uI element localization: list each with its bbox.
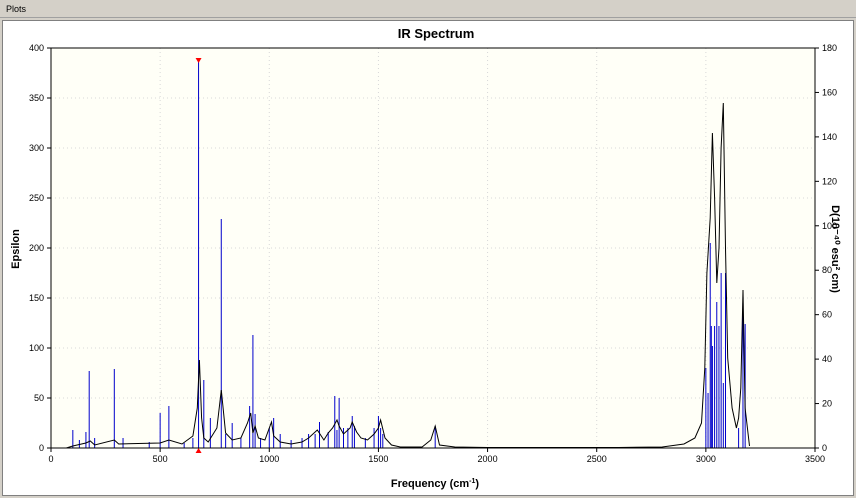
marker-bottom-triangle (195, 448, 202, 453)
y-right-tick-label: 180 (822, 43, 837, 53)
y-right-tick-label: 40 (822, 354, 832, 364)
y-axis-right-label: D(10⁻⁴⁰ esu² cm) (829, 205, 841, 293)
y-tick-label: 100 (29, 343, 44, 353)
y-tick-label: 50 (34, 393, 44, 403)
x-tick-label: 500 (153, 454, 168, 464)
y-right-tick-label: 160 (822, 87, 837, 97)
y-tick-label: 150 (29, 293, 44, 303)
x-tick-label: 3500 (805, 454, 825, 464)
ir-spectrum-chart: 0 500 1000 1500 2000 2500 3000 3500 05010015020… (10, 26, 841, 490)
y-axis-ticks: 0 50 100 150 200 250 300 350 400 (29, 43, 51, 453)
y-right-tick-label: 60 (822, 310, 832, 320)
y-right-tick-label: 120 (822, 176, 837, 186)
y-tick-label: 250 (29, 193, 44, 203)
x-tick-label: 0 (48, 454, 53, 464)
window-title: Plots (0, 0, 856, 18)
y-axis-label: Epsilon (10, 229, 22, 269)
x-axis-ticks: 0 500 1000 1500 2000 2500 3000 3500 (48, 448, 825, 464)
plots-window: Plots 0 500 1000 1500 2000 2500 3000 3500 0 50 10… (0, 0, 856, 498)
x-axis-label: Frequency (cm-1) (391, 478, 479, 490)
x-tick-label: 3000 (696, 454, 716, 464)
plot-panel: 0 500 1000 1500 2000 2500 3000 3500 0 50 100 150 20… (2, 20, 854, 496)
y-tick-label: 200 (29, 243, 44, 253)
y-tick-label: 350 (29, 93, 44, 103)
x-tick-label: 1500 (368, 454, 388, 464)
y-right-tick-label: 140 (822, 132, 837, 142)
y-tick-label: 400 (29, 43, 44, 53)
x-tick-label: 2500 (587, 454, 607, 464)
x-tick-label: 1000 (259, 454, 279, 464)
y-tick-label: 300 (29, 143, 44, 153)
y-right-tick-label: 0 (822, 443, 827, 453)
y-tick-label: 0 (39, 443, 44, 453)
x-tick-label: 2000 (478, 454, 498, 464)
plot-area (51, 48, 815, 448)
chart-title: IR Spectrum (398, 26, 475, 41)
y-right-tick-label: 20 (822, 399, 832, 409)
